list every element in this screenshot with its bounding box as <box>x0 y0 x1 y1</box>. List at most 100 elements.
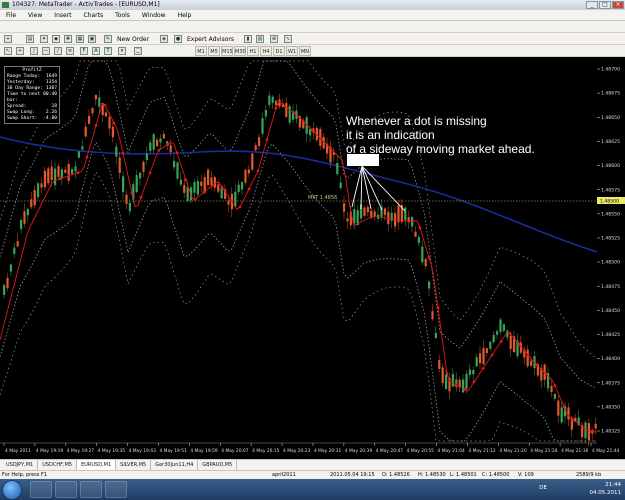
media-player-taskbar-icon[interactable] <box>55 481 77 498</box>
price-tick-label: 1.48325 <box>601 429 620 435</box>
language-indicator[interactable]: DE <box>539 485 547 491</box>
horizontal-line-icon[interactable]: — <box>42 47 50 55</box>
text-icon[interactable]: A <box>92 47 100 55</box>
firefox-taskbar-icon[interactable] <box>80 481 102 498</box>
crosshair-icon[interactable]: + <box>16 47 24 55</box>
terminal-icon[interactable]: ▦ <box>76 35 84 43</box>
new-order-icon: ✎ <box>104 35 112 43</box>
candle-body <box>261 118 264 134</box>
lower-band <box>0 141 596 442</box>
minimize-button[interactable]: _ <box>586 1 598 9</box>
menu-help[interactable]: Help <box>172 10 198 20</box>
maximize-button[interactable]: □ <box>599 1 611 9</box>
candle-body <box>241 182 244 190</box>
candle-body <box>271 96 274 103</box>
expert-advisors-icon: ● <box>174 35 182 43</box>
cursor-icon[interactable]: ↖ <box>4 47 12 55</box>
profiles-icon[interactable]: ▤ <box>26 35 34 43</box>
signal-dot <box>571 418 575 422</box>
period-d1[interactable]: D1 <box>273 46 285 56</box>
signal-dot <box>544 372 548 376</box>
clock-time: 21:44 <box>605 482 621 488</box>
strategy-tester-icon[interactable]: ▣ <box>88 35 96 43</box>
candle-body <box>479 353 482 364</box>
explorer-taskbar-icon[interactable] <box>30 481 52 498</box>
period-m15[interactable]: M15 <box>221 46 233 56</box>
new-order-button[interactable]: New Order <box>113 34 153 44</box>
signal-dot <box>481 367 485 370</box>
candle-body <box>33 189 36 206</box>
candle-body <box>149 142 152 151</box>
candle-body <box>336 162 339 175</box>
channel-icon[interactable]: ≡ <box>66 47 74 55</box>
data-window-icon[interactable]: ◆ <box>52 35 60 43</box>
menu-view[interactable]: View <box>22 10 48 20</box>
candle-body <box>118 157 121 173</box>
label-icon[interactable]: T <box>104 47 112 55</box>
time-tick-label: 4 May 20:55 <box>407 448 435 454</box>
system-clock[interactable]: 21:44 04.05.2011 <box>590 481 622 497</box>
price-tick-label: 1.48450 <box>601 308 620 314</box>
candle-body <box>169 145 172 153</box>
menu-file[interactable]: File <box>0 10 22 20</box>
tab-gbpaud-m5[interactable]: GBPAUD,M5 <box>198 460 238 470</box>
trendline-icon[interactable]: / <box>54 47 62 55</box>
toolbar-strip <box>0 21 625 33</box>
menu-charts[interactable]: Charts <box>78 10 110 20</box>
period-mn[interactable]: MN <box>299 46 311 56</box>
candlesticks-icon[interactable]: ▥ <box>256 35 264 43</box>
line-chart-icon[interactable]: ∿ <box>284 35 292 43</box>
period-h4[interactable]: H4 <box>260 46 272 56</box>
candle-body <box>526 349 529 367</box>
period-m1[interactable]: M1 <box>195 46 207 56</box>
time-tick-label: 4 May 19:43 <box>129 448 157 454</box>
metatrader-taskbar-icon[interactable] <box>105 481 127 498</box>
bar-chart-icon[interactable]: ▮ <box>244 35 252 43</box>
expert-advisors-button[interactable]: Expert Advisors <box>183 34 238 44</box>
period-m5[interactable]: M5 <box>208 46 220 56</box>
time-tick-label: 4 May 21:28 <box>530 448 558 454</box>
tab-ger30-h4[interactable]: Ger30Jun11,H4 <box>151 460 199 470</box>
market-watch-icon[interactable]: ✦ <box>40 35 48 43</box>
close-button[interactable]: × <box>612 1 624 9</box>
periodicity-icon[interactable]: ⌚ <box>134 47 142 55</box>
signal-dot <box>436 306 440 310</box>
start-button[interactable] <box>2 480 22 500</box>
time-tick-label: 4 May 2011 <box>5 448 31 454</box>
tab-silver-m5[interactable]: SILVER,M5 <box>116 460 152 470</box>
tab-eurusd-m1[interactable]: EURUSD,M1 <box>77 460 117 470</box>
period-w1[interactable]: W1 <box>286 46 298 56</box>
candle-body <box>414 231 417 237</box>
arrows-icon[interactable]: ▾ <box>118 47 126 55</box>
candle-body <box>200 181 203 186</box>
menu-tools[interactable]: Tools <box>109 10 136 20</box>
vertical-line-icon[interactable]: | <box>30 47 38 55</box>
candle-body <box>16 241 19 247</box>
candle-body <box>217 184 220 192</box>
menu-window[interactable]: Window <box>136 10 172 20</box>
candle-body <box>227 200 230 205</box>
candle-body <box>40 183 43 188</box>
menu-insert[interactable]: Insert <box>48 10 77 20</box>
new-chart-icon[interactable]: + <box>4 35 12 43</box>
candle-body <box>594 423 597 429</box>
signal-dot <box>562 405 566 409</box>
tab-usdjpy-m1[interactable]: USDJPY,M1 <box>2 460 39 470</box>
tab-usdchf-m5[interactable]: USDCHF,M5 <box>38 460 78 470</box>
metaeditor-icon[interactable]: ◈ <box>160 35 168 43</box>
fibonacci-icon[interactable]: F <box>80 47 88 55</box>
candle-body <box>128 202 131 212</box>
zoom-in-icon[interactable]: ⊕ <box>270 35 278 43</box>
candle-body <box>438 359 441 369</box>
period-m30[interactable]: M30 <box>234 46 246 56</box>
period-h1[interactable]: H1 <box>247 46 259 56</box>
signal-dot <box>274 106 278 110</box>
chart-window[interactable]: 1.48700 1.48675 1.48650 1.48625 1.48600 1.485… <box>0 57 625 459</box>
candle-body <box>247 169 250 174</box>
candle-body <box>431 311 434 320</box>
navigator-icon[interactable]: ✚ <box>64 35 72 43</box>
candle-body <box>458 379 461 387</box>
candle-body <box>111 126 114 138</box>
candle-body <box>557 400 560 416</box>
candle-body <box>451 374 454 387</box>
